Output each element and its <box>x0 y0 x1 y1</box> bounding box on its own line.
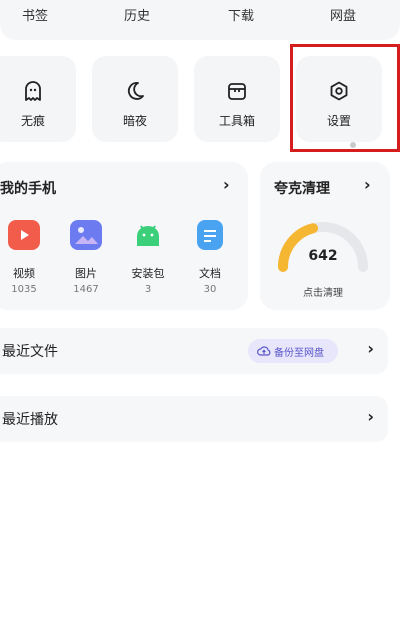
file-category-count: 30 <box>203 284 217 295</box>
file-category-images[interactable]: 图片 1467 <box>58 220 114 295</box>
file-category-count: 1035 <box>11 284 37 295</box>
backup-to-cloud-button[interactable]: 备份至网盘 <box>248 339 338 363</box>
quark-clean-chevron-icon[interactable]: › <box>364 175 371 194</box>
file-category-name: 文档 <box>199 267 221 280</box>
tool-label: 无痕 <box>20 114 45 128</box>
my-phone-title[interactable]: 我的手机 <box>0 178 56 198</box>
nav-bookmarks[interactable]: 书签 <box>22 5 48 24</box>
indicator-dot <box>350 142 356 148</box>
my-phone-chevron-icon[interactable]: › <box>223 175 230 194</box>
file-category-documents[interactable]: 文档 30 <box>182 220 238 295</box>
quark-clean-title[interactable]: 夸克清理 <box>274 178 330 198</box>
recent-play-title: 最近播放 <box>2 412 58 428</box>
highlight-annotation-box <box>290 44 400 152</box>
backup-label: 备份至网盘 <box>274 348 324 359</box>
recent-play-row[interactable]: 最近播放 › <box>0 396 388 442</box>
cloud-upload-icon <box>257 346 271 356</box>
video-icon <box>8 220 40 250</box>
recent-play-chevron-icon[interactable]: › <box>367 407 374 426</box>
ghost-icon <box>25 81 41 101</box>
nav-history[interactable]: 历史 <box>124 5 150 24</box>
clean-action-label[interactable]: 点击清理 <box>276 284 370 299</box>
nav-cloud-drive[interactable]: 网盘 <box>330 5 356 24</box>
toolbox-icon <box>228 83 246 100</box>
storage-gauge-value: 642 <box>308 248 338 264</box>
document-icon <box>197 220 223 250</box>
tool-incognito[interactable]: 无痕 <box>0 56 76 142</box>
nav-downloads[interactable]: 下载 <box>228 5 254 24</box>
file-category-count: 3 <box>144 284 152 295</box>
recent-files-title: 最近文件 <box>2 344 58 360</box>
file-category-name: 视频 <box>13 267 35 280</box>
tool-label: 暗夜 <box>122 114 147 128</box>
file-category-video[interactable]: 视频 1035 <box>0 220 52 295</box>
moon-icon <box>127 82 144 100</box>
image-icon <box>70 220 102 250</box>
file-category-apk[interactable]: 安装包 3 <box>120 220 176 295</box>
tool-toolbox[interactable]: 工具箱 <box>194 56 280 142</box>
top-nav: 书签 历史 下载 网盘 <box>0 0 400 40</box>
android-icon <box>132 220 164 250</box>
tool-night-mode[interactable]: 暗夜 <box>92 56 178 142</box>
recent-files-chevron-icon[interactable]: › <box>367 339 374 358</box>
tool-label: 工具箱 <box>218 114 255 128</box>
file-category-name: 图片 <box>75 267 97 280</box>
file-category-count: 1467 <box>73 284 99 295</box>
file-category-name: 安装包 <box>131 267 165 280</box>
